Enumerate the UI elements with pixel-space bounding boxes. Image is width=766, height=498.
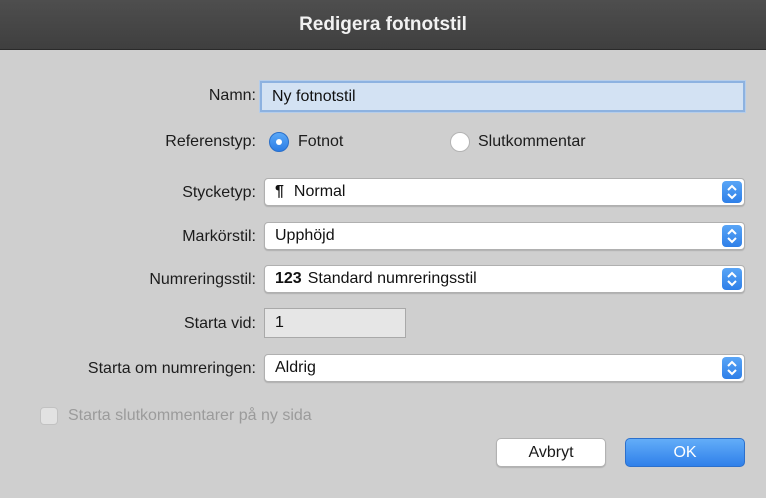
marker-select[interactable]: Upphöjd	[264, 222, 745, 250]
window-title: Redigera fotnotstil	[299, 14, 467, 35]
paragraph-value: Normal	[293, 183, 346, 200]
start-at-field[interactable]: 1	[264, 308, 406, 338]
updown-arrows-icon	[722, 268, 742, 290]
reftype-label: Referenstyp:	[165, 133, 256, 150]
title-bar: Redigera fotnotstil	[0, 0, 766, 50]
numbering-value: Standard numreringsstil	[307, 270, 477, 287]
restart-value: Aldrig	[275, 359, 316, 376]
marker-value: Upphöjd	[275, 227, 335, 244]
endnotes-new-page-checkbox[interactable]	[40, 407, 58, 425]
paragraph-select[interactable]: ¶ Normal	[264, 178, 745, 206]
marker-label: Markörstil:	[182, 228, 256, 245]
radio-endnote[interactable]	[450, 132, 470, 152]
numbering-icon: 123	[275, 270, 302, 287]
start-label: Starta vid:	[183, 315, 256, 332]
radio-footnote-label[interactable]: Fotnot	[298, 133, 343, 151]
pilcrow-icon: ¶	[275, 183, 284, 200]
restart-select[interactable]: Aldrig	[264, 354, 745, 382]
numbering-select[interactable]: 123 Standard numreringsstil	[264, 265, 745, 293]
ok-button[interactable]: OK	[625, 438, 745, 467]
dialog-panel: Namn: Ny fotnotstil Referenstyp: Fotnot …	[0, 50, 766, 498]
paragraph-label: Stycketyp:	[182, 184, 256, 201]
updown-arrows-icon	[722, 181, 742, 203]
name-label: Namn:	[208, 87, 256, 104]
updown-arrows-icon	[722, 357, 742, 379]
radio-footnote[interactable]	[269, 132, 289, 152]
restart-label: Starta om numreringen:	[87, 360, 256, 377]
endnotes-new-page-label: Starta slutkommentarer på ny sida	[68, 407, 312, 424]
numbering-label: Numreringsstil:	[149, 271, 256, 288]
name-field[interactable]: Ny fotnotstil	[260, 81, 745, 112]
updown-arrows-icon	[722, 225, 742, 247]
cancel-button[interactable]: Avbryt	[496, 438, 606, 467]
radio-endnote-label[interactable]: Slutkommentar	[478, 133, 586, 151]
